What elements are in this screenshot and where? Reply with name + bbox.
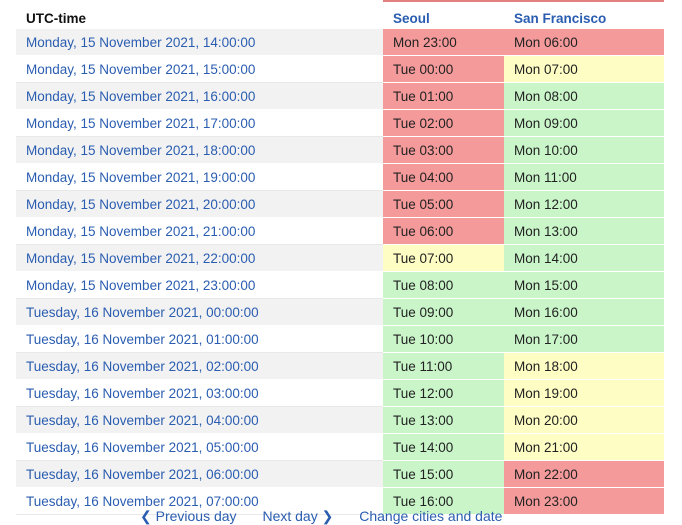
seoul-time-cell: Tue 07:00 xyxy=(383,244,504,272)
san-francisco-time-cell: Mon 09:00 xyxy=(504,109,664,137)
san-francisco-time-cell: Mon 08:00 xyxy=(504,82,664,110)
san-francisco-time-cell: Mon 19:00 xyxy=(504,379,664,407)
san-francisco-time-cell: Mon 23:00 xyxy=(504,487,664,515)
utc-time-cell: Monday, 15 November 2021, 20:00:00 xyxy=(16,190,383,218)
utc-time-link[interactable]: Monday, 15 November 2021, 21:00:00 xyxy=(26,224,255,239)
san-francisco-time-cell: Mon 22:00 xyxy=(504,460,664,488)
utc-time-cell: Monday, 15 November 2021, 14:00:00 xyxy=(16,29,383,56)
san-francisco-column-header[interactable]: San Francisco xyxy=(504,0,664,29)
change-cities-link[interactable]: Change cities and date xyxy=(359,508,502,524)
header-accent-line xyxy=(383,0,664,2)
table-header-row: UTC-time Seoul San Francisco xyxy=(16,0,664,29)
utc-time-cell: Monday, 15 November 2021, 18:00:00 xyxy=(16,136,383,164)
seoul-time-cell: Mon 23:00 xyxy=(383,29,504,56)
san-francisco-time-cell: Mon 13:00 xyxy=(504,217,664,245)
san-francisco-time-cell: Mon 18:00 xyxy=(504,352,664,380)
utc-time-link[interactable]: Tuesday, 16 November 2021, 03:00:00 xyxy=(26,386,259,401)
table-row: Monday, 15 November 2021, 18:00:00 Tue 03… xyxy=(16,136,664,164)
san-francisco-time-cell: Mon 14:00 xyxy=(504,244,664,272)
utc-time-cell: Monday, 15 November 2021, 21:00:00 xyxy=(16,217,383,245)
table-row: Tuesday, 16 November 2021, 01:00:00 Tue 1… xyxy=(16,325,664,353)
table-row: Monday, 15 November 2021, 20:00:00 Tue 05… xyxy=(16,190,664,218)
pagination-bar: ❮ Previous day Next day ❯ Change cities … xyxy=(140,508,524,525)
table-row: Tuesday, 16 November 2021, 03:00:00 Tue 1… xyxy=(16,379,664,407)
next-day-link[interactable]: Next day ❯ xyxy=(262,508,333,524)
utc-time-cell: Tuesday, 16 November 2021, 05:00:00 xyxy=(16,433,383,461)
utc-time-link[interactable]: Tuesday, 16 November 2021, 06:00:00 xyxy=(26,467,259,482)
san-francisco-time-cell: Mon 12:00 xyxy=(504,190,664,218)
seoul-time-cell: Tue 10:00 xyxy=(383,325,504,353)
utc-time-link[interactable]: Tuesday, 16 November 2021, 07:00:00 xyxy=(26,494,259,509)
utc-time-link[interactable]: Monday, 15 November 2021, 14:00:00 xyxy=(26,35,255,50)
utc-time-link[interactable]: Monday, 15 November 2021, 17:00:00 xyxy=(26,116,255,131)
utc-time-link[interactable]: Monday, 15 November 2021, 20:00:00 xyxy=(26,197,255,212)
san-francisco-time-cell: Mon 16:00 xyxy=(504,298,664,326)
table-row: Tuesday, 16 November 2021, 04:00:00 Tue 1… xyxy=(16,406,664,434)
utc-time-link[interactable]: Tuesday, 16 November 2021, 00:00:00 xyxy=(26,305,259,320)
utc-time-cell: Monday, 15 November 2021, 19:00:00 xyxy=(16,163,383,191)
utc-time-link[interactable]: Monday, 15 November 2021, 22:00:00 xyxy=(26,251,255,266)
san-francisco-time-cell: Mon 11:00 xyxy=(504,163,664,191)
seoul-column-header[interactable]: Seoul xyxy=(383,0,504,29)
utc-column-header: UTC-time xyxy=(26,11,86,26)
table-row: Monday, 15 November 2021, 21:00:00 Tue 06… xyxy=(16,217,664,245)
table-row: Monday, 15 November 2021, 16:00:00 Tue 01… xyxy=(16,82,664,110)
san-francisco-time-cell: Mon 10:00 xyxy=(504,136,664,164)
seoul-time-cell: Tue 13:00 xyxy=(383,406,504,434)
utc-time-cell: Tuesday, 16 November 2021, 02:00:00 xyxy=(16,352,383,380)
seoul-time-cell: Tue 05:00 xyxy=(383,190,504,218)
utc-time-cell: Tuesday, 16 November 2021, 03:00:00 xyxy=(16,379,383,407)
seoul-time-cell: Tue 04:00 xyxy=(383,163,504,191)
utc-time-cell: Tuesday, 16 November 2021, 00:00:00 xyxy=(16,298,383,326)
utc-time-link[interactable]: Monday, 15 November 2021, 23:00:00 xyxy=(26,278,255,293)
utc-time-cell: Monday, 15 November 2021, 15:00:00 xyxy=(16,55,383,83)
table-row: Tuesday, 16 November 2021, 02:00:00 Tue 1… xyxy=(16,352,664,380)
table-row: Monday, 15 November 2021, 19:00:00 Tue 04… xyxy=(16,163,664,191)
time-comparison-panel: UTC-time Seoul San Francisco Monday, 15 … xyxy=(16,0,664,515)
utc-time-link[interactable]: Tuesday, 16 November 2021, 02:00:00 xyxy=(26,359,259,374)
san-francisco-time-cell: Mon 15:00 xyxy=(504,271,664,299)
seoul-time-cell: Tue 15:00 xyxy=(383,460,504,488)
san-francisco-time-cell: Mon 17:00 xyxy=(504,325,664,353)
seoul-time-cell: Tue 08:00 xyxy=(383,271,504,299)
table-row: Monday, 15 November 2021, 14:00:00 Mon 23… xyxy=(16,29,664,56)
utc-time-cell: Tuesday, 16 November 2021, 01:00:00 xyxy=(16,325,383,353)
utc-time-cell: Monday, 15 November 2021, 22:00:00 xyxy=(16,244,383,272)
utc-time-link[interactable]: Monday, 15 November 2021, 16:00:00 xyxy=(26,89,255,104)
seoul-time-cell: Tue 09:00 xyxy=(383,298,504,326)
utc-time-cell: Monday, 15 November 2021, 16:00:00 xyxy=(16,82,383,110)
seoul-time-cell: Tue 06:00 xyxy=(383,217,504,245)
san-francisco-time-cell: Mon 20:00 xyxy=(504,406,664,434)
utc-time-cell: Monday, 15 November 2021, 17:00:00 xyxy=(16,109,383,137)
san-francisco-time-cell: Mon 06:00 xyxy=(504,29,664,56)
utc-time-link[interactable]: Tuesday, 16 November 2021, 01:00:00 xyxy=(26,332,259,347)
san-francisco-time-cell: Mon 07:00 xyxy=(504,55,664,83)
utc-time-cell: Tuesday, 16 November 2021, 06:00:00 xyxy=(16,460,383,488)
utc-time-link[interactable]: Monday, 15 November 2021, 15:00:00 xyxy=(26,62,255,77)
seoul-time-cell: Tue 14:00 xyxy=(383,433,504,461)
time-table: UTC-time Seoul San Francisco Monday, 15 … xyxy=(16,0,664,515)
table-row: Monday, 15 November 2021, 15:00:00 Tue 00… xyxy=(16,55,664,83)
table-row: Tuesday, 16 November 2021, 06:00:00 Tue 1… xyxy=(16,460,664,488)
utc-time-link[interactable]: Monday, 15 November 2021, 18:00:00 xyxy=(26,143,255,158)
table-row: Tuesday, 16 November 2021, 00:00:00 Tue 0… xyxy=(16,298,664,326)
previous-day-link[interactable]: ❮ Previous day xyxy=(140,508,237,524)
table-row: Tuesday, 16 November 2021, 05:00:00 Tue 1… xyxy=(16,433,664,461)
seoul-time-cell: Tue 01:00 xyxy=(383,82,504,110)
utc-time-link[interactable]: Monday, 15 November 2021, 19:00:00 xyxy=(26,170,255,185)
table-row: Monday, 15 November 2021, 17:00:00 Tue 02… xyxy=(16,109,664,137)
seoul-time-cell: Tue 11:00 xyxy=(383,352,504,380)
san-francisco-time-cell: Mon 21:00 xyxy=(504,433,664,461)
seoul-time-cell: Tue 03:00 xyxy=(383,136,504,164)
seoul-time-cell: Tue 00:00 xyxy=(383,55,504,83)
table-row: Monday, 15 November 2021, 23:00:00 Tue 08… xyxy=(16,271,664,299)
utc-time-link[interactable]: Tuesday, 16 November 2021, 05:00:00 xyxy=(26,440,259,455)
seoul-time-cell: Tue 02:00 xyxy=(383,109,504,137)
table-row: Monday, 15 November 2021, 22:00:00 Tue 07… xyxy=(16,244,664,272)
utc-time-link[interactable]: Tuesday, 16 November 2021, 04:00:00 xyxy=(26,413,259,428)
seoul-time-cell: Tue 12:00 xyxy=(383,379,504,407)
utc-time-cell: Tuesday, 16 November 2021, 04:00:00 xyxy=(16,406,383,434)
utc-time-cell: Monday, 15 November 2021, 23:00:00 xyxy=(16,271,383,299)
